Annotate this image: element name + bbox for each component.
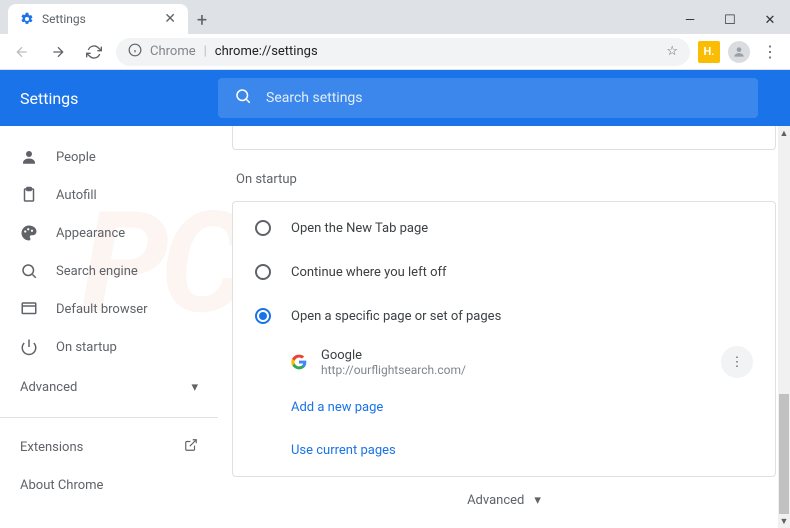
google-favicon-icon bbox=[291, 354, 307, 370]
radio-label: Open the New Tab page bbox=[291, 221, 428, 236]
reload-button[interactable] bbox=[80, 38, 108, 66]
page-title: Settings bbox=[20, 89, 198, 108]
page-entry-url: http://ourflightsearch.com/ bbox=[321, 363, 707, 377]
omnibox[interactable]: Chrome | chrome://settings ☆ bbox=[116, 38, 690, 66]
sidebar-item-label: Extensions bbox=[20, 440, 83, 455]
radio-icon bbox=[255, 308, 271, 324]
main-area: People Autofill Appearance Search engine… bbox=[0, 126, 790, 528]
sidebar: People Autofill Appearance Search engine… bbox=[0, 126, 218, 528]
browser-icon bbox=[20, 300, 38, 318]
search-settings-box[interactable] bbox=[218, 78, 758, 118]
radio-label: Open a specific page or set of pages bbox=[291, 309, 501, 324]
radio-icon bbox=[255, 264, 271, 280]
advanced-footer-label: Advanced bbox=[467, 493, 524, 508]
info-icon bbox=[128, 43, 142, 61]
add-new-page-link[interactable]: Add a new page bbox=[233, 386, 775, 429]
close-icon[interactable]: ✕ bbox=[164, 11, 176, 27]
search-icon bbox=[234, 87, 252, 109]
content-area: On startup Open the New Tab page Continu… bbox=[218, 126, 790, 528]
sidebar-item-label: Search engine bbox=[56, 264, 138, 279]
sidebar-item-label: Autofill bbox=[56, 188, 97, 203]
clipboard-icon bbox=[20, 186, 38, 204]
url-scheme: Chrome bbox=[150, 44, 196, 59]
page-entry-meta: Google http://ourflightsearch.com/ bbox=[321, 348, 707, 377]
sidebar-item-label: Appearance bbox=[56, 226, 125, 241]
previous-card-stub bbox=[232, 126, 776, 150]
sidebar-item-about[interactable]: About Chrome bbox=[0, 468, 218, 503]
page-entry-menu-button[interactable]: ⋮ bbox=[721, 346, 753, 378]
address-bar: Chrome | chrome://settings ☆ H. ⋮ bbox=[0, 34, 790, 70]
use-current-pages-link[interactable]: Use current pages bbox=[233, 429, 775, 472]
startup-page-entry: Google http://ourflightsearch.com/ ⋮ bbox=[233, 338, 775, 386]
palette-icon bbox=[20, 224, 38, 242]
search-input[interactable] bbox=[266, 90, 742, 106]
gear-icon bbox=[20, 12, 34, 26]
radio-new-tab[interactable]: Open the New Tab page bbox=[233, 206, 775, 250]
chevron-down-icon: ▾ bbox=[534, 493, 541, 508]
scrollbar-thumb[interactable] bbox=[779, 394, 789, 514]
sidebar-advanced-label: Advanced bbox=[20, 380, 77, 395]
vertical-scrollbar[interactable]: ▲ ▼ bbox=[778, 126, 790, 528]
sidebar-item-autofill[interactable]: Autofill bbox=[0, 176, 218, 214]
window-titlebar: Settings ✕ + — ☐ ✕ bbox=[0, 0, 790, 34]
sidebar-item-appearance[interactable]: Appearance bbox=[0, 214, 218, 252]
radio-specific-pages[interactable]: Open a specific page or set of pages bbox=[233, 294, 775, 338]
tab-title: Settings bbox=[42, 12, 86, 26]
sidebar-item-label: About Chrome bbox=[20, 478, 103, 493]
url-path: chrome://settings bbox=[215, 44, 318, 59]
sidebar-item-label: Default browser bbox=[56, 302, 148, 317]
sidebar-item-search-engine[interactable]: Search engine bbox=[0, 252, 218, 290]
browser-tab[interactable]: Settings ✕ bbox=[8, 4, 188, 34]
scroll-up-arrow-icon[interactable]: ▲ bbox=[778, 126, 790, 140]
advanced-footer-toggle[interactable]: Advanced ▾ bbox=[232, 477, 776, 516]
page-entry-title: Google bbox=[321, 348, 707, 363]
sidebar-item-default-browser[interactable]: Default browser bbox=[0, 290, 218, 328]
search-icon bbox=[20, 262, 38, 280]
sidebar-advanced-toggle[interactable]: Advanced ▾ bbox=[0, 366, 218, 409]
startup-card: Open the New Tab page Continue where you… bbox=[232, 201, 776, 477]
section-title: On startup bbox=[236, 172, 776, 187]
extension-badge[interactable]: H. bbox=[698, 41, 720, 63]
forward-button[interactable] bbox=[44, 38, 72, 66]
sidebar-item-label: On startup bbox=[56, 340, 117, 355]
power-icon bbox=[20, 338, 38, 356]
browser-menu-button[interactable]: ⋮ bbox=[758, 40, 782, 64]
window-close-button[interactable]: ✕ bbox=[750, 6, 790, 34]
sidebar-item-people[interactable]: People bbox=[0, 138, 218, 176]
person-icon bbox=[20, 148, 38, 166]
radio-label: Continue where you left off bbox=[291, 265, 447, 280]
external-link-icon bbox=[184, 438, 198, 456]
window-controls: — ☐ ✕ bbox=[670, 6, 790, 34]
chevron-down-icon: ▾ bbox=[191, 380, 198, 395]
sidebar-item-on-startup[interactable]: On startup bbox=[0, 328, 218, 366]
back-button[interactable] bbox=[8, 38, 36, 66]
sidebar-separator bbox=[0, 417, 218, 418]
sidebar-item-label: People bbox=[56, 150, 96, 165]
scroll-down-arrow-icon[interactable]: ▼ bbox=[778, 514, 790, 528]
minimize-button[interactable]: — bbox=[670, 6, 710, 34]
profile-avatar[interactable] bbox=[728, 41, 750, 63]
sidebar-item-extensions[interactable]: Extensions bbox=[0, 426, 218, 468]
maximize-button[interactable]: ☐ bbox=[710, 6, 750, 34]
settings-header: Settings bbox=[0, 70, 790, 126]
bookmark-star-icon[interactable]: ☆ bbox=[666, 44, 678, 59]
new-tab-button[interactable]: + bbox=[188, 6, 216, 34]
radio-icon bbox=[255, 220, 271, 236]
radio-continue[interactable]: Continue where you left off bbox=[233, 250, 775, 294]
